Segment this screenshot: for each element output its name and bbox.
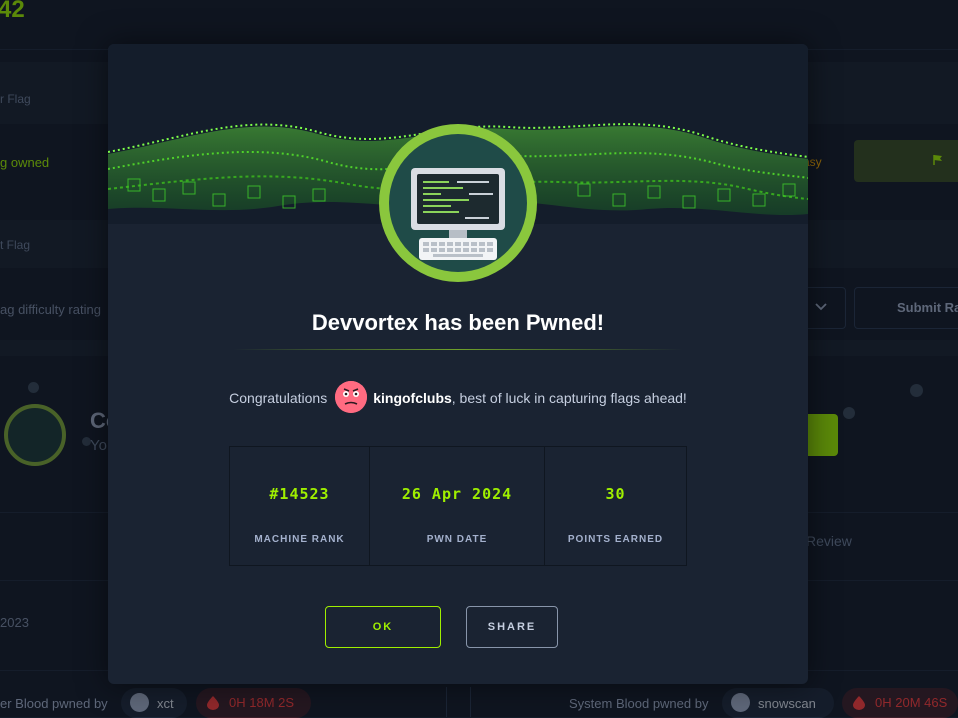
pwned-modal: Devvortex has been Pwned! Congratulation… bbox=[108, 44, 808, 684]
pink-face-avatar-icon bbox=[335, 381, 368, 414]
stat-value: #14523 bbox=[269, 485, 330, 503]
modal-title: Devvortex has been Pwned! bbox=[311, 310, 605, 335]
stats-panel: #14523 MACHINE RANK 26 Apr 2024 PWN DATE… bbox=[229, 446, 687, 566]
computer-monitor-keyboard-icon bbox=[411, 168, 505, 260]
username[interactable]: kingofclubs bbox=[373, 390, 452, 406]
congrats-suffix: , best of luck in capturing flags ahead! bbox=[451, 390, 687, 406]
stat-value: 26 Apr 2024 bbox=[401, 485, 513, 503]
stat-value: 30 bbox=[605, 485, 626, 503]
congrats-message: Congratulations kingofclubs, best of luck… bbox=[108, 380, 808, 416]
badge-inner bbox=[389, 134, 527, 272]
stat-pwn-date: 26 Apr 2024 PWN DATE bbox=[370, 447, 545, 565]
stat-label: PWN DATE bbox=[426, 534, 488, 545]
stat-label: POINTS EARNED bbox=[567, 534, 664, 545]
congrats-prefix: Congratulations bbox=[229, 390, 328, 406]
machine-badge-icon bbox=[379, 124, 537, 282]
stat-points-earned: 30 POINTS EARNED bbox=[545, 447, 686, 565]
title-divider bbox=[233, 349, 683, 350]
stat-machine-rank: #14523 MACHINE RANK bbox=[230, 447, 370, 565]
share-button[interactable]: SHARE bbox=[466, 606, 558, 648]
stat-label: MACHINE RANK bbox=[254, 534, 345, 545]
ok-button[interactable]: OK bbox=[325, 606, 441, 648]
